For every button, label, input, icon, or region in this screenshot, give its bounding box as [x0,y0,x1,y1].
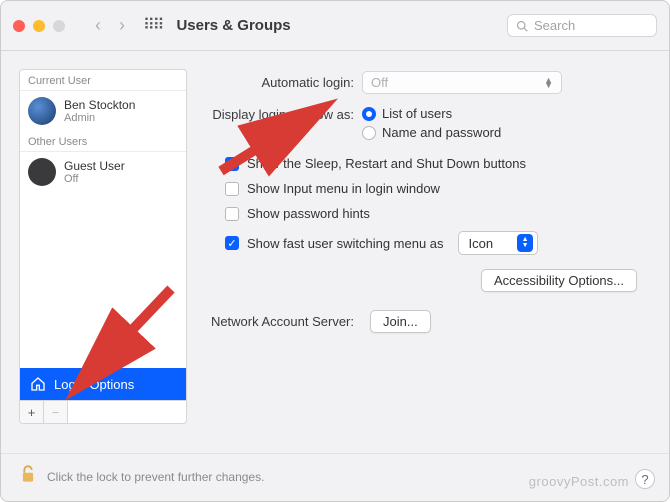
checkbox-icon [225,207,239,221]
nas-label: Network Account Server: [207,314,362,329]
chevron-updown-icon: ▲▼ [517,234,533,252]
help-button[interactable]: ? [635,469,655,489]
auto-login-label: Automatic login: [207,75,362,90]
checkbox-show-input-menu[interactable]: Show Input menu in login window [207,181,645,196]
remove-user-button: − [44,401,68,423]
radio-icon [362,107,376,121]
close-window[interactable] [13,20,25,32]
join-button[interactable]: Join... [370,310,431,333]
checkbox-icon: ✓ [225,236,239,250]
back-button[interactable]: ‹ [95,15,101,36]
watermark: groovyPost.com [529,474,629,489]
radio-name-password[interactable]: Name and password [362,125,501,140]
auto-login-select[interactable]: Off ▲▼ [362,71,562,94]
avatar [28,97,56,125]
checkbox-icon: ✓ [225,157,239,171]
checkbox-show-sleep-buttons[interactable]: ✓ Show the Sleep, Restart and Shut Down … [207,156,645,171]
checkbox-fast-user-switching[interactable]: ✓ Show fast user switching menu as Icon … [207,231,645,255]
search-input[interactable]: Search [507,14,657,37]
accessibility-options-button[interactable]: Accessibility Options... [481,269,637,292]
home-icon [30,376,46,392]
sidebar-item-login-options[interactable]: Login Options [20,368,186,400]
zoom-window[interactable] [53,20,65,32]
show-all-icon[interactable]: ⠿⠿ [143,23,162,29]
user-sidebar: Current User Ben Stockton Admin Other Us… [19,69,187,424]
section-current-user: Current User [20,70,186,91]
sidebar-item-guest-user[interactable]: Guest User Off [20,152,186,192]
checkbox-icon [225,182,239,196]
add-user-button[interactable]: + [20,401,44,423]
search-icon [516,20,528,32]
lock-message: Click the lock to prevent further change… [47,470,264,484]
lock-icon[interactable] [19,464,37,489]
section-other-users: Other Users [20,131,186,152]
radio-list-of-users[interactable]: List of users [362,106,501,121]
fast-switch-select[interactable]: Icon ▲▼ [458,231,539,255]
minimize-window[interactable] [33,20,45,32]
sidebar-item-current-user[interactable]: Ben Stockton Admin [20,91,186,131]
forward-button: › [119,15,125,36]
chevron-updown-icon: ▲▼ [544,78,553,88]
radio-icon [362,126,376,140]
checkbox-show-password-hints[interactable]: Show password hints [207,206,645,221]
display-window-label: Display login window as: [207,106,362,122]
avatar [28,158,56,186]
window-title: Users & Groups [176,17,290,34]
